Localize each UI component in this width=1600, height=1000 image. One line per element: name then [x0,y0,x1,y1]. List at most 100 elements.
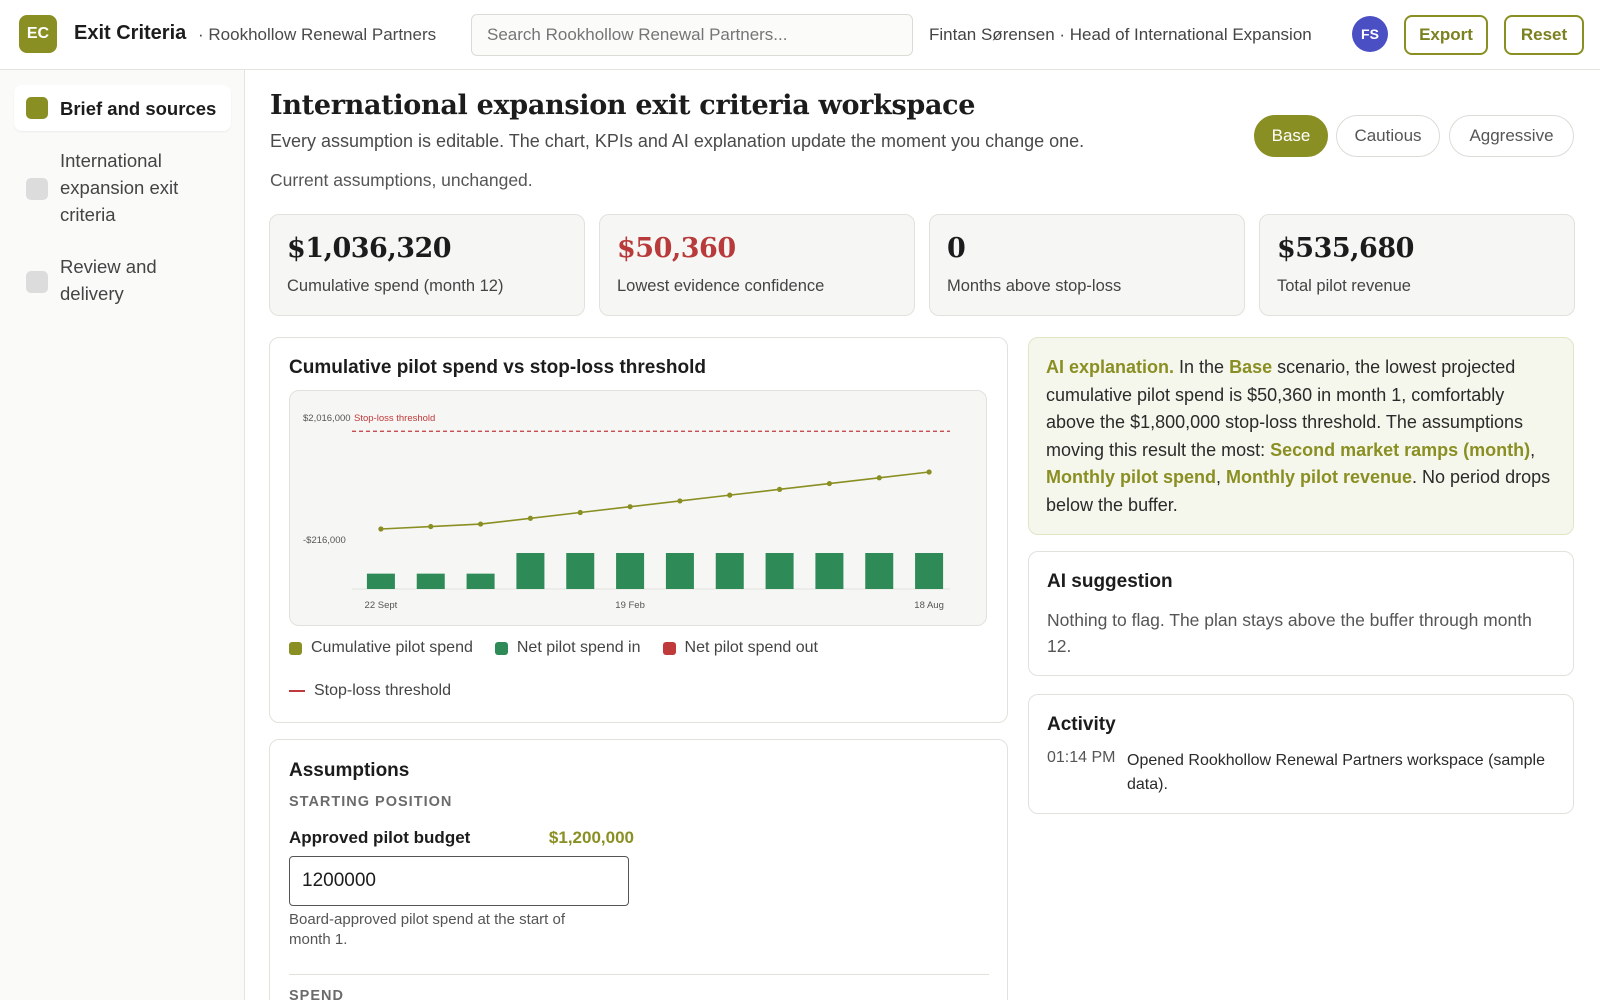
activity-time: 01:14 PM [1047,749,1116,766]
line-cumulative-spend [380,471,930,530]
sidebar-item-label: Brief and sources [60,98,217,119]
ai-explanation-card: AI explanation. In the Base scenario, th… [1028,337,1574,535]
ai-driver[interactable]: Second market ramps (month) [1270,440,1530,460]
suggestion-text: Nothing to flag. The plan stays above th… [1047,610,1532,656]
legend-swatch-icon [494,641,508,655]
bar-net-spend-in [665,553,694,589]
ai-driver[interactable]: Monthly pilot revenue [1226,467,1412,487]
legend-label: Stop-loss threshold [314,682,451,699]
kpi-cumulative-spend: $1,036,320 Cumulative spend (month 12) [269,214,585,316]
bar-net-spend-in [366,573,395,589]
kpi-months-above-stop-loss: 0 Months above stop-loss [929,214,1245,316]
threshold-label: Stop-loss threshold [354,413,435,424]
approved-budget-input[interactable] [289,856,629,906]
app-title: Exit Criteria [74,22,187,44]
bar-net-spend-in [416,573,445,589]
kpi-label: Cumulative spend (month 12) [287,277,504,295]
ai-driver[interactable]: Monthly pilot spend [1046,467,1216,487]
line-point [477,521,484,527]
line-point [378,526,384,532]
sidebar-item-review[interactable]: Review and delivery [14,253,231,311]
x-tick-label: 22 Sept [365,600,398,611]
activity-card: Activity 01:14 PM Opened Rookhollow Rene… [1028,694,1574,814]
bar-net-spend-in [616,553,645,589]
line-point [776,486,783,492]
bar-net-spend-in [516,553,545,589]
step-indicator-icon [26,271,48,293]
x-tick-label: 19 Feb [615,600,645,611]
line-point [926,469,932,475]
section-label: SPEND [289,988,344,1000]
bar-net-spend-in [466,573,495,589]
scenario-base-button[interactable]: Base [1254,115,1328,157]
activity-title: Activity [1047,714,1116,735]
export-button[interactable]: Export [1404,15,1488,55]
ai-suggestion-card: AI suggestion Nothing to flag. The plan … [1028,551,1574,676]
line-point [826,480,833,487]
avatar[interactable]: FS [1352,16,1388,52]
chart-svg: Stop-loss threshold$2,016,000 -$216,000 22… [303,413,950,611]
field-help-text: Board-approved pilot spend at the start … [289,911,566,948]
ai-explanation-lead: AI explanation. [1046,357,1175,377]
top-bar: EC Exit Criteria · Rookhollow Renewal Pa… [0,0,1600,70]
y-tick-label: -$216,000 [303,535,346,546]
page-subtitle: Every assumption is editable. The chart,… [270,131,1085,151]
ai-scenario: Base [1229,357,1273,377]
kpi-label: Lowest evidence confidence [617,277,825,295]
search-input[interactable] [471,14,913,56]
legend-label: Net pilot spend out [684,639,818,656]
chart-card: Cumulative pilot spend vs stop-loss thre… [269,337,1008,723]
assumption-status: Current assumptions, unchanged. [270,170,533,190]
sidebar-item-label: International expansion exit criteria [60,150,179,225]
sidebar-item-exit-criteria[interactable]: International expansion exit criteria [14,147,231,231]
assumptions-title: Assumptions [289,760,410,781]
user-name: Fintan Sørensen · Head of International … [929,25,1312,44]
bar-net-spend-in [865,553,894,589]
legend-row: Stop-loss threshold [289,682,451,700]
kpi-label: Months above stop-loss [947,277,1122,295]
assumptions-card: Assumptions STARTING POSITION Approved p… [269,739,1008,1000]
kpi-value: 0 [947,233,966,264]
line-point [527,515,534,521]
kpi-value: $535,680 [1277,233,1414,264]
legend-swatch-icon [289,641,302,655]
legend-label: Net pilot spend in [516,639,641,656]
scenario-aggressive-button[interactable]: Aggressive [1449,115,1574,157]
kpi-label: Total pilot revenue [1277,277,1411,295]
x-tick-label: 18 Aug [914,600,944,611]
line-point [627,504,633,510]
sidebar-item-label: Review and delivery [60,256,157,304]
bar-net-spend-in [566,553,595,589]
bar-net-spend-in [715,553,744,589]
kpi-lowest-confidence: $50,360 Lowest evidence confidence [599,214,915,316]
legend-label: Cumulative pilot spend [311,639,473,656]
kpi-value: $50,360 [617,233,736,264]
bar-net-spend-in [765,553,794,589]
sidebar-item-brief[interactable]: Brief and sources [14,85,231,131]
legend-swatch-icon [662,641,676,655]
line-point [677,498,683,504]
kpi-value: $1,036,320 [287,233,452,264]
ai-explanation-text: AI explanation. In the Base scenario, th… [1046,354,1556,520]
y-tick-label: $2,016,000 [303,413,351,424]
line-point [428,523,434,530]
line-point [727,492,733,498]
chart-title: Cumulative pilot spend vs stop-loss thre… [289,357,706,378]
reset-button[interactable]: Reset [1504,15,1584,55]
sidebar: Brief and sources International expansio… [0,70,245,1000]
bar-net-spend-in [815,553,844,589]
legend-line-icon [289,690,305,692]
ai-text-part: In the [1174,357,1230,377]
legend-row: Cumulative pilot spend Net pilot spend i… [289,639,818,657]
kpi-total-revenue: $535,680 Total pilot revenue [1259,214,1575,316]
field-display-value: $1,200,000 [548,828,634,847]
divider [289,974,989,975]
org-name: · Rookhollow Renewal Partners [198,25,437,44]
step-indicator-icon [26,97,48,119]
scenario-cautious-button[interactable]: Cautious [1336,115,1440,157]
ai-text-part: , [1530,439,1536,460]
field-label: Approved pilot budget [289,828,471,847]
app-logo: EC [19,15,57,53]
line-point [577,509,583,516]
page-title: International expansion exit criteria wo… [270,90,976,121]
